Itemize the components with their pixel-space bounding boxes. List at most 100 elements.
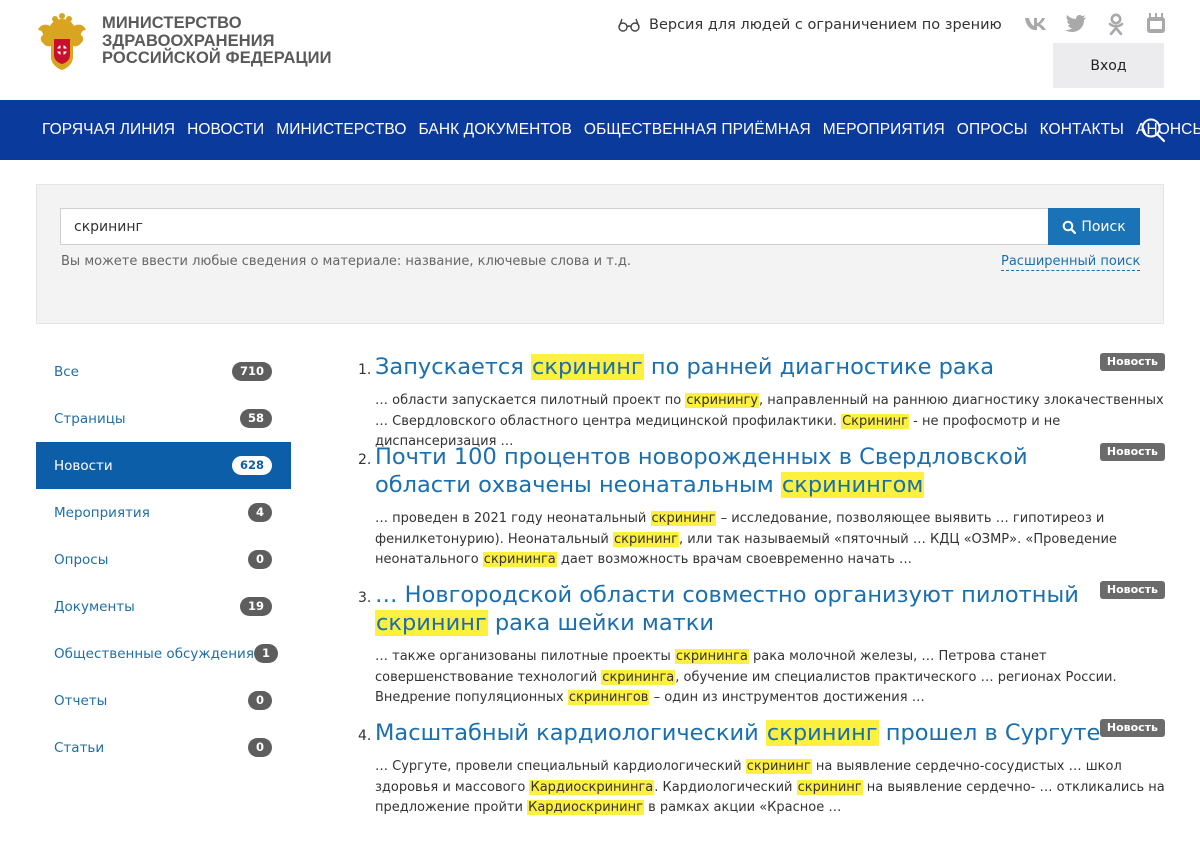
- glasses-icon: [618, 18, 640, 32]
- sidebar-filter-item[interactable]: Все 710: [36, 348, 291, 395]
- sidebar-filter-label: Все: [54, 363, 79, 380]
- search-term-highlight: скринингу: [685, 393, 760, 408]
- text-segment: Масштабный кардиологический: [375, 720, 766, 746]
- nav-item[interactable]: КОНТАКТЫ: [1040, 121, 1124, 139]
- advanced-search-link[interactable]: Расширенный поиск: [1001, 254, 1141, 271]
- search-button[interactable]: Поиск: [1048, 208, 1140, 245]
- search-term-highlight: скринингом: [780, 472, 925, 498]
- text-segment: по ранней диагностике рака: [643, 354, 995, 380]
- sidebar-filter-count-badge: 1: [253, 644, 278, 663]
- vk-icon[interactable]: [1024, 13, 1048, 35]
- nav-item[interactable]: ОПРОСЫ: [957, 121, 1028, 139]
- text-segment: … области запускается пилотный проект по: [375, 393, 686, 408]
- text-segment: … Сургуте, провели специальный кардиолог…: [375, 759, 746, 774]
- sidebar-filter-label: Статьи: [54, 739, 105, 756]
- search-term-highlight: Кардиоскрининга: [529, 779, 655, 795]
- result-title-link[interactable]: Запускается скрининг по ранней диагности…: [375, 353, 1105, 381]
- result-snippet: … проведен в 2021 году неонатальный скри…: [375, 509, 1165, 571]
- social-links: [1024, 13, 1168, 35]
- search-term-highlight: скрининга: [482, 552, 557, 567]
- nav-item[interactable]: НОВОСТИ: [187, 121, 264, 139]
- sidebar-filter-item[interactable]: Общественные обсуждения 1: [36, 630, 291, 677]
- sidebar-filter-count-badge: 19: [239, 597, 272, 616]
- nav-item[interactable]: ОБЩЕСТВЕННАЯ ПРИЁМНАЯ: [584, 121, 811, 139]
- result-number: 4.: [358, 728, 372, 744]
- text-segment: прошел в Сургуте: [878, 720, 1101, 746]
- search-hint: Вы можете ввести любые сведения о матери…: [61, 254, 632, 269]
- sidebar-filter-label: Опросы: [54, 551, 109, 568]
- text-segment: Запускается: [375, 354, 531, 380]
- nav-item[interactable]: ГОРЯЧАЯ ЛИНИЯ: [42, 121, 175, 139]
- sidebar-filter-count-badge: 4: [247, 503, 272, 522]
- main-navigation: ГОРЯЧАЯ ЛИНИЯ НОВОСТИ МИНИСТЕРСТВО БАНК ДОК…: [0, 100, 1200, 160]
- search-term-highlight: скрининг: [375, 610, 488, 636]
- search-term-highlight: скрининга: [601, 669, 676, 685]
- search-term-highlight: скрининг: [796, 779, 863, 795]
- result-number: 1.: [358, 362, 372, 378]
- nav-item[interactable]: МИНИСТЕРСТВО: [276, 121, 406, 139]
- sidebar-filter-count-badge: 628: [231, 456, 272, 475]
- text-segment: рака шейки матки: [487, 610, 714, 636]
- magnifier-icon: [1063, 220, 1077, 234]
- result-title-link[interactable]: Масштабный кардиологический скрининг про…: [375, 719, 1105, 747]
- text-segment: – один из инструментов достижения …: [649, 690, 925, 705]
- accessibility-version-label: Версия для людей с ограничением по зрени…: [649, 17, 1002, 33]
- result-number: 3.: [358, 590, 372, 606]
- sidebar-filter-label: Страницы: [54, 410, 126, 427]
- search-term-highlight: скрининг: [612, 531, 679, 547]
- ministry-logo-text[interactable]: МИНИСТЕРСТВО ЗДРАВООХРАНЕНИЯ РОССИЙСКОЙ …: [102, 14, 332, 68]
- text-segment: . Кардиологический: [654, 779, 797, 795]
- login-button[interactable]: Вход: [1053, 43, 1164, 88]
- result-snippet: … также организованы пилотные проекты ск…: [375, 647, 1165, 709]
- sidebar-filter-item[interactable]: Мероприятия 4: [36, 489, 291, 536]
- search-term-highlight: скринингов: [567, 690, 650, 705]
- sidebar-filter-label: Новости: [54, 457, 113, 474]
- result-type-badge: Новость: [1099, 353, 1165, 371]
- result-type-badge: Новость: [1099, 581, 1165, 599]
- search-term-highlight: скрининг: [745, 759, 812, 774]
- category-filter-sidebar: Все 710 Страницы 58 Новости 628 Мероприятия 4 Оп…: [36, 348, 291, 771]
- sidebar-filter-count-badge: 0: [247, 738, 272, 757]
- result-type-badge: Новость: [1099, 443, 1165, 461]
- text-segment: … также организованы пилотные проекты: [375, 649, 675, 664]
- search-term-highlight: скрининг: [531, 354, 644, 380]
- search-icon[interactable]: [1140, 117, 1166, 143]
- sidebar-filter-count-badge: 0: [247, 550, 272, 569]
- odnoklassniki-icon[interactable]: [1104, 13, 1128, 35]
- coat-of-arms-logo[interactable]: [36, 13, 88, 71]
- search-input[interactable]: [60, 208, 1050, 245]
- sidebar-filter-item[interactable]: Документы 19: [36, 583, 291, 630]
- text-segment: … проведен в 2021 году неонатальный: [375, 511, 651, 526]
- result-title-link[interactable]: Почти 100 процентов новорожденных в Свер…: [375, 443, 1105, 499]
- result-type-badge: Новость: [1099, 719, 1165, 737]
- sidebar-filter-count-badge: 58: [239, 409, 272, 428]
- sidebar-filter-label: Отчеты: [54, 692, 108, 709]
- sidebar-filter-count-badge: 710: [231, 362, 272, 381]
- logo-line: ЗДРАВООХРАНЕНИЯ: [102, 31, 275, 50]
- accessibility-version-link[interactable]: Версия для людей с ограничением по зрени…: [618, 17, 1002, 33]
- result-number: 2.: [358, 452, 372, 468]
- result-snippet: … Сургуте, провели специальный кардиолог…: [375, 757, 1165, 819]
- sidebar-filter-label: Мероприятия: [54, 504, 150, 521]
- logo-line: РОССИЙСКОЙ ФЕДЕРАЦИИ: [102, 49, 332, 67]
- nav-item[interactable]: МЕРОПРИЯТИЯ: [823, 121, 945, 139]
- text-segment: дает возможность врачам своевременно нач…: [556, 552, 913, 567]
- sidebar-filter-item[interactable]: Отчеты 0: [36, 677, 291, 724]
- result-title-link[interactable]: … Новгородской области совместно организ…: [375, 581, 1105, 637]
- youtube-icon[interactable]: [1144, 13, 1168, 35]
- text-segment: … Новгородской области совместно организ…: [375, 582, 1079, 608]
- sidebar-filter-item[interactable]: Страницы 58: [36, 395, 291, 442]
- search-term-highlight: скрининг: [650, 511, 717, 526]
- site-header: МИНИСТЕРСТВО ЗДРАВООХРАНЕНИЯ РОССИЙСКОЙ …: [0, 0, 1200, 100]
- search-button-label: Поиск: [1081, 218, 1126, 235]
- sidebar-filter-item[interactable]: Статьи 0: [36, 724, 291, 771]
- text-segment: в рамках акции «Красное …: [643, 800, 842, 815]
- sidebar-filter-item[interactable]: Опросы 0: [36, 536, 291, 583]
- nav-item[interactable]: БАНК ДОКУМЕНТОВ: [418, 121, 571, 139]
- logo-line: МИНИСТЕРСТВО: [102, 14, 242, 32]
- search-term-highlight: Кардиоскрининг: [527, 800, 644, 815]
- twitter-icon[interactable]: [1064, 13, 1088, 35]
- sidebar-filter-label: Документы: [54, 598, 135, 615]
- search-term-highlight: скрининг: [765, 720, 879, 746]
- sidebar-filter-item[interactable]: Новости 628: [36, 442, 291, 489]
